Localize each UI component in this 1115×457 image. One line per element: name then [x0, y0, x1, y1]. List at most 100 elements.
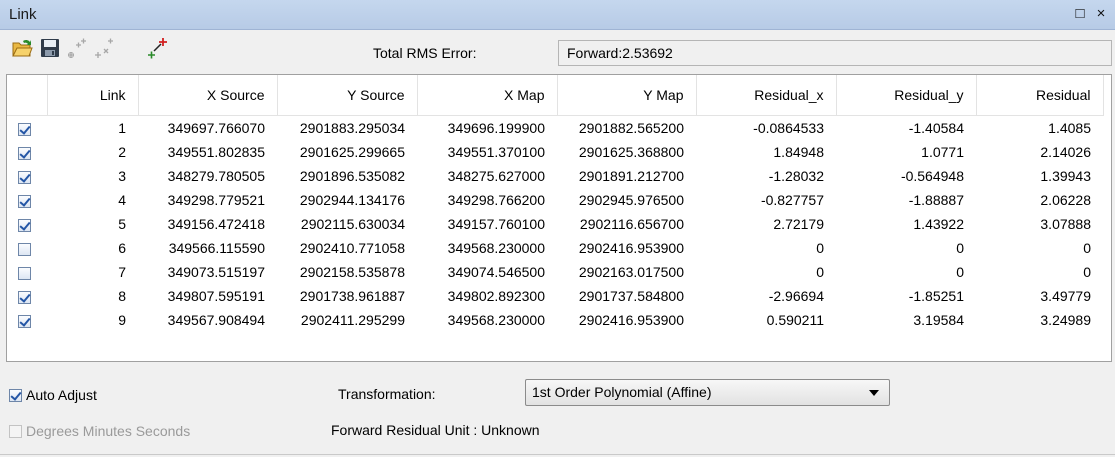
- row-enabled-checkbox[interactable]: [18, 218, 31, 232]
- add-link-icon[interactable]: [146, 37, 168, 59]
- row-enabled-checkbox[interactable]: [18, 314, 31, 328]
- cell-y-source[interactable]: 2901883.295034: [277, 116, 417, 141]
- cell-residual-x[interactable]: -2.96694: [696, 284, 836, 308]
- cell-x-source[interactable]: 349697.766070: [138, 116, 277, 141]
- table-row[interactable]: 3 348279.780505 2901896.535082 348275.62700…: [7, 164, 1103, 188]
- row-checkbox-cell[interactable]: [7, 260, 47, 284]
- row-enabled-checkbox[interactable]: [18, 242, 31, 256]
- cell-x-map[interactable]: 349157.760100: [417, 212, 557, 236]
- cell-link[interactable]: 7: [47, 260, 138, 284]
- cell-residual-y[interactable]: -1.85251: [836, 284, 976, 308]
- cell-x-map[interactable]: 349298.766200: [417, 188, 557, 212]
- cell-x-source[interactable]: 349567.908494: [138, 308, 277, 332]
- cell-x-map[interactable]: 349074.546500: [417, 260, 557, 284]
- open-folder-icon[interactable]: [11, 37, 33, 59]
- auto-adjust-checkbox[interactable]: [9, 389, 22, 402]
- row-enabled-checkbox[interactable]: [18, 266, 31, 280]
- cell-y-source[interactable]: 2901738.961887: [277, 284, 417, 308]
- cell-y-map[interactable]: 2902163.017500: [557, 260, 696, 284]
- cell-y-map[interactable]: 2902945.976500: [557, 188, 696, 212]
- cell-link[interactable]: 8: [47, 284, 138, 308]
- cell-residual[interactable]: 0: [976, 260, 1103, 284]
- cell-x-map[interactable]: 349568.230000: [417, 236, 557, 260]
- row-checkbox-cell[interactable]: [7, 212, 47, 236]
- column-header-enabled[interactable]: [7, 75, 48, 116]
- row-checkbox-cell[interactable]: [7, 164, 47, 188]
- cell-residual-y[interactable]: -1.88887: [836, 188, 976, 212]
- cell-y-source[interactable]: 2902158.535878: [277, 260, 417, 284]
- cell-residual[interactable]: 3.24989: [976, 308, 1103, 332]
- cell-y-source[interactable]: 2901625.299665: [277, 140, 417, 164]
- cell-residual[interactable]: 1.39943: [976, 164, 1103, 188]
- save-icon[interactable]: [39, 37, 61, 59]
- cell-residual-y[interactable]: 0: [836, 236, 976, 260]
- cell-x-source[interactable]: 349156.472418: [138, 212, 277, 236]
- cell-y-source[interactable]: 2902411.295299: [277, 308, 417, 332]
- table-row[interactable]: 6 349566.115590 2902410.771058 349568.23000…: [7, 236, 1103, 260]
- cell-residual-y[interactable]: -0.564948: [836, 164, 976, 188]
- cell-residual[interactable]: 3.07888: [976, 212, 1103, 236]
- cell-link[interactable]: 5: [47, 212, 138, 236]
- column-header-y-map[interactable]: Y Map: [557, 75, 697, 116]
- cell-link[interactable]: 9: [47, 308, 138, 332]
- table-row[interactable]: 7 349073.515197 2902158.535878 349074.54650…: [7, 260, 1103, 284]
- table-row[interactable]: 8 349807.595191 2901738.961887 349802.89230…: [7, 284, 1103, 308]
- column-header-residual[interactable]: Residual: [976, 75, 1104, 116]
- cell-y-map[interactable]: 2902416.953900: [557, 236, 696, 260]
- cell-x-source[interactable]: 349566.115590: [138, 236, 277, 260]
- cell-residual[interactable]: 0: [976, 236, 1103, 260]
- cell-residual-x[interactable]: 0: [696, 260, 836, 284]
- cell-residual-y[interactable]: -1.40584: [836, 116, 976, 141]
- cell-x-map[interactable]: 349551.370100: [417, 140, 557, 164]
- transformation-dropdown[interactable]: 1st Order Polynomial (Affine): [525, 379, 890, 406]
- cell-x-source[interactable]: 349298.779521: [138, 188, 277, 212]
- column-header-y-source[interactable]: Y Source: [277, 75, 418, 116]
- cell-residual-x[interactable]: 0.590211: [696, 308, 836, 332]
- table-row[interactable]: 9 349567.908494 2902411.295299 349568.23000…: [7, 308, 1103, 332]
- restore-window-button[interactable]: □: [1072, 5, 1088, 23]
- cell-residual[interactable]: 2.14026: [976, 140, 1103, 164]
- cell-residual-x[interactable]: -0.827757: [696, 188, 836, 212]
- row-checkbox-cell[interactable]: [7, 188, 47, 212]
- cell-x-map[interactable]: 349802.892300: [417, 284, 557, 308]
- column-header-link[interactable]: Link: [47, 75, 139, 116]
- cell-y-source[interactable]: 2901896.535082: [277, 164, 417, 188]
- cell-link[interactable]: 3: [47, 164, 138, 188]
- row-checkbox-cell[interactable]: [7, 284, 47, 308]
- cell-residual-x[interactable]: 0: [696, 236, 836, 260]
- cell-y-map[interactable]: 2901882.565200: [557, 116, 696, 141]
- cell-y-source[interactable]: 2902115.630034: [277, 212, 417, 236]
- cell-residual-y[interactable]: 1.0771: [836, 140, 976, 164]
- auto-adjust-option[interactable]: Auto Adjust: [9, 387, 97, 403]
- column-header-x-map[interactable]: X Map: [417, 75, 558, 116]
- cell-x-map[interactable]: 348275.627000: [417, 164, 557, 188]
- cell-residual-y[interactable]: 0: [836, 260, 976, 284]
- row-enabled-checkbox[interactable]: [18, 146, 31, 160]
- cell-x-map[interactable]: 349696.199900: [417, 116, 557, 141]
- cell-residual[interactable]: 2.06228: [976, 188, 1103, 212]
- row-checkbox-cell[interactable]: [7, 116, 47, 141]
- cell-x-source[interactable]: 349807.595191: [138, 284, 277, 308]
- table-row[interactable]: 1 349697.766070 2901883.295034 349696.19990…: [7, 116, 1103, 141]
- column-header-x-source[interactable]: X Source: [138, 75, 278, 116]
- cell-y-map[interactable]: 2901737.584800: [557, 284, 696, 308]
- table-row[interactable]: 4 349298.779521 2902944.134176 349298.76620…: [7, 188, 1103, 212]
- cell-y-source[interactable]: 2902944.134176: [277, 188, 417, 212]
- cell-x-map[interactable]: 349568.230000: [417, 308, 557, 332]
- cell-x-source[interactable]: 349551.802835: [138, 140, 277, 164]
- cell-link[interactable]: 4: [47, 188, 138, 212]
- cell-residual-y[interactable]: 1.43922: [836, 212, 976, 236]
- table-row[interactable]: 2 349551.802835 2901625.299665 349551.37010…: [7, 140, 1103, 164]
- row-enabled-checkbox[interactable]: [18, 122, 31, 136]
- cell-y-source[interactable]: 2902410.771058: [277, 236, 417, 260]
- row-checkbox-cell[interactable]: [7, 140, 47, 164]
- cell-y-map[interactable]: 2902116.656700: [557, 212, 696, 236]
- column-header-residual-x[interactable]: Residual_x: [696, 75, 837, 116]
- cell-residual-x[interactable]: -0.0864533: [696, 116, 836, 141]
- cell-residual-x[interactable]: -1.28032: [696, 164, 836, 188]
- cell-residual-y[interactable]: 3.19584: [836, 308, 976, 332]
- cell-residual[interactable]: 1.4085: [976, 116, 1103, 141]
- cell-y-map[interactable]: 2901625.368800: [557, 140, 696, 164]
- table-row[interactable]: 5 349156.472418 2902115.630034 349157.76010…: [7, 212, 1103, 236]
- cell-y-map[interactable]: 2902416.953900: [557, 308, 696, 332]
